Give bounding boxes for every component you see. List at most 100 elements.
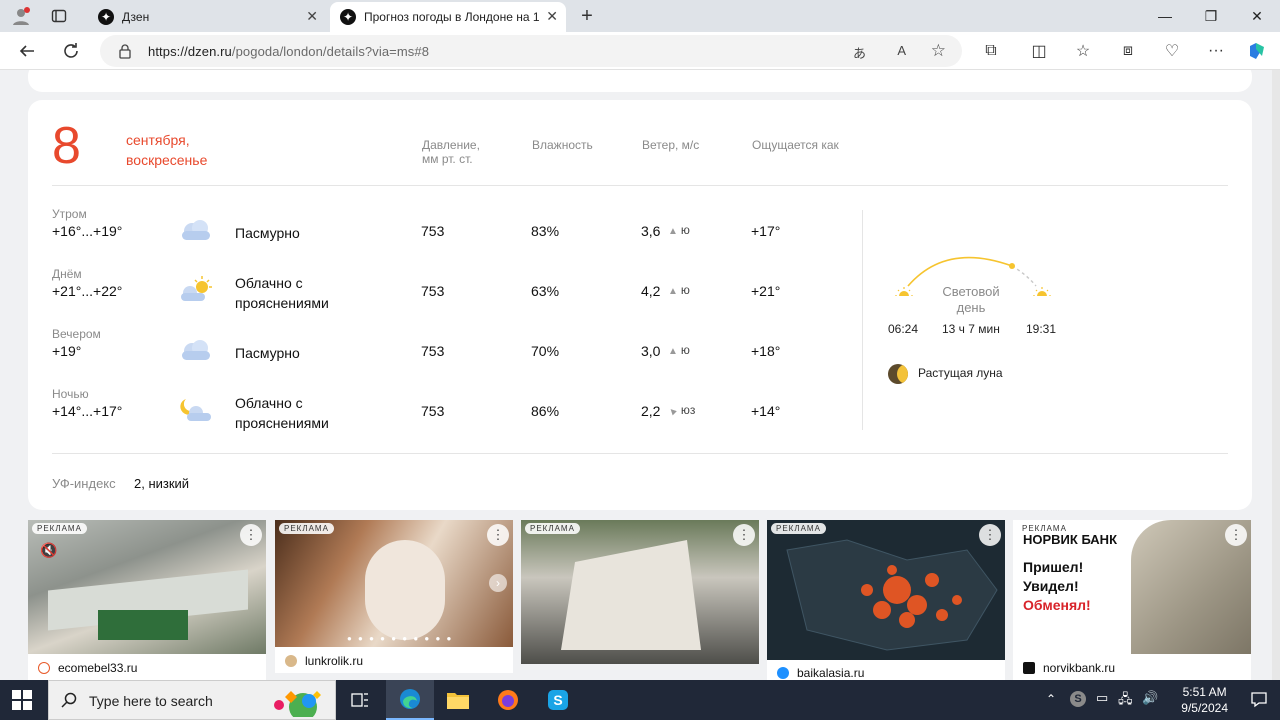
favorites-icon[interactable]: ☆: [1070, 39, 1096, 63]
browser-essentials-icon[interactable]: ♡: [1159, 39, 1185, 63]
clock-time: 5:51 AM: [1182, 685, 1227, 699]
ad-more-icon[interactable]: ⋮: [487, 524, 509, 546]
wind-arrow-icon: ▲: [668, 286, 678, 297]
ad-favicon-icon: [38, 662, 50, 674]
ad-image[interactable]: РЕКЛАМА ⋮: [521, 520, 759, 664]
ad-more-icon[interactable]: ⋮: [733, 524, 755, 546]
url-host: https://dzen.ru: [148, 44, 232, 59]
extensions-icon[interactable]: ⧉: [978, 39, 1004, 63]
cloud-icon: [182, 340, 210, 360]
humidity-value: 63%: [531, 283, 560, 299]
wind-direction: ▲ ю: [668, 283, 690, 297]
feels-like-value: +17°: [751, 223, 781, 239]
ad-domain[interactable]: baikalasia.ru: [777, 666, 864, 680]
ad-badge: РЕКЛАМА: [32, 523, 87, 534]
url-text: https://dzen.ru/pogoda/london/details?vi…: [148, 44, 429, 59]
display-tray-icon[interactable]: ▭: [1096, 690, 1108, 706]
network-icon[interactable]: 🖧: [1118, 690, 1133, 712]
maximize-icon[interactable]: ❐: [1188, 0, 1234, 32]
ad-more-icon[interactable]: ⋮: [1225, 524, 1247, 546]
skype-tray-icon[interactable]: S: [1070, 691, 1086, 707]
carousel-next-icon[interactable]: ›: [489, 574, 507, 592]
carousel-dots[interactable]: ● ● ● ● ● ● ● ● ● ●: [347, 634, 453, 643]
tab-dzen[interactable]: ✦ Дзен ✕: [88, 2, 326, 32]
ad-domain[interactable]: ecomebel33.ru: [38, 661, 137, 675]
ad-domain[interactable]: norvikbank.ru: [1023, 661, 1115, 675]
windows-start-icon[interactable]: [12, 690, 32, 710]
pressure-value: 753: [421, 283, 445, 299]
volume-icon[interactable]: 🔊: [1142, 690, 1158, 706]
ad-more-icon[interactable]: ⋮: [240, 524, 262, 546]
edge-taskbar-icon[interactable]: [386, 680, 434, 720]
pressure-value: 753: [421, 343, 445, 359]
ad-image[interactable]: РЕКЛАМА ⋮ НОРВИК БАНК Пришел! Увидел! Об…: [1013, 520, 1251, 654]
ad-image[interactable]: РЕКЛАМА ⋮: [767, 520, 1005, 660]
collections-icon[interactable]: ⧈: [1115, 39, 1141, 63]
condition-line2: прояснениями: [235, 295, 329, 311]
forecast-row-evening: Вечером +19° Пасмурно 753 70% 3,0 ▲ ю +18…: [52, 327, 852, 387]
partly-cloudy-night-icon: [180, 399, 211, 421]
moon-phase-label: Растущая луна: [918, 366, 1003, 380]
close-tab-icon[interactable]: ✕: [546, 8, 558, 25]
daylight-title-line2: день: [956, 300, 986, 315]
skype-icon[interactable]: S: [534, 680, 582, 720]
partly-cloudy-day-icon: [181, 276, 212, 301]
new-tab-icon[interactable]: +: [576, 5, 598, 27]
sunset-time: 19:31: [1026, 322, 1057, 336]
ad-card[interactable]: 🔇 РЕКЛАМА ⋮ ecomebel33.ru: [28, 520, 266, 680]
search-highlight-icon: [265, 685, 331, 720]
ad-image[interactable]: 🔇 РЕКЛАМА ⋮: [28, 520, 266, 654]
firefox-icon[interactable]: [484, 680, 532, 720]
mute-icon[interactable]: 🔇: [40, 542, 57, 559]
ad-brand: НОРВИК БАНК: [1023, 532, 1118, 547]
ad-card[interactable]: РЕКЛАМА ⋮ › ● ● ● ● ● ● ● ● ● ● lunkroli…: [275, 520, 513, 680]
ad-card[interactable]: РЕКЛАМА ⋮ НОРВИК БАНК Пришел! Увидел! Об…: [1013, 520, 1251, 680]
tray-overflow-icon[interactable]: ⌃: [1046, 692, 1056, 706]
lock-icon[interactable]: [118, 43, 132, 64]
favorite-star-icon[interactable]: ☆: [931, 41, 946, 61]
uv-index-value: 2, низкий: [134, 476, 190, 491]
ad-domain-text: baikalasia.ru: [797, 666, 865, 680]
tab-weather-forecast[interactable]: ✦ Прогноз погоды в Лондоне на 1 ✕: [330, 2, 566, 32]
address-bar[interactable]: https://dzen.ru/pogoda/london/details?vi…: [100, 35, 962, 67]
wind-arrow-icon: ▲: [668, 346, 678, 357]
notifications-icon[interactable]: [1250, 690, 1268, 713]
day-month: сентября,: [126, 132, 190, 148]
read-aloud-icon[interactable]: A: [897, 43, 906, 58]
copilot-icon[interactable]: [1244, 39, 1270, 63]
ad-image[interactable]: РЕКЛАМА ⋮ › ● ● ● ● ● ● ● ● ● ●: [275, 520, 513, 647]
profile-avatar-icon[interactable]: [10, 5, 32, 27]
translate-icon[interactable]: あ: [853, 43, 866, 62]
column-header-pressure: Давление, мм рт. ст.: [422, 138, 480, 166]
close-tab-icon[interactable]: ✕: [306, 8, 318, 25]
header-divider: [52, 185, 1228, 186]
refresh-icon[interactable]: [58, 39, 84, 63]
column-header-pressure-line2: мм рт. ст.: [422, 152, 473, 166]
day-number: 8: [52, 117, 81, 175]
page-scrollbar[interactable]: [1272, 70, 1280, 680]
clock[interactable]: 5:51 AM 9/5/2024: [1181, 684, 1228, 716]
taskbar-search-box[interactable]: Type here to search: [48, 680, 336, 720]
vertical-divider: [862, 210, 863, 430]
ad-favicon-icon: [1023, 662, 1035, 674]
more-menu-icon[interactable]: ···: [1203, 39, 1229, 63]
wind-direction-label: ю: [680, 283, 690, 297]
tab-actions-icon[interactable]: [48, 5, 70, 27]
forecast-row-morning: Утром +16°...+19° Пасмурно 753 83% 3,6 ▲…: [52, 207, 852, 267]
ad-domain[interactable]: lunkrolik.ru: [285, 654, 363, 668]
split-screen-icon[interactable]: ◫: [1026, 39, 1052, 63]
ad-card[interactable]: РЕКЛАМА ⋮: [521, 520, 759, 680]
ad-more-icon[interactable]: ⋮: [979, 524, 1001, 546]
file-explorer-icon[interactable]: [434, 680, 482, 720]
back-icon[interactable]: [14, 39, 40, 63]
previous-day-card: [28, 70, 1252, 92]
ad-domain-text: ecomebel33.ru: [58, 661, 138, 675]
column-header-feels-like: Ощущается как: [752, 138, 839, 152]
task-view-icon[interactable]: [336, 680, 384, 720]
feels-like-value: +18°: [751, 343, 781, 359]
minimize-icon[interactable]: —: [1142, 0, 1188, 32]
ad-card[interactable]: РЕКЛАМА ⋮ baikalasia.ru: [767, 520, 1005, 680]
close-window-icon[interactable]: ✕: [1234, 0, 1280, 32]
search-icon: [61, 692, 77, 713]
day-weekday: воскресенье: [126, 152, 208, 168]
